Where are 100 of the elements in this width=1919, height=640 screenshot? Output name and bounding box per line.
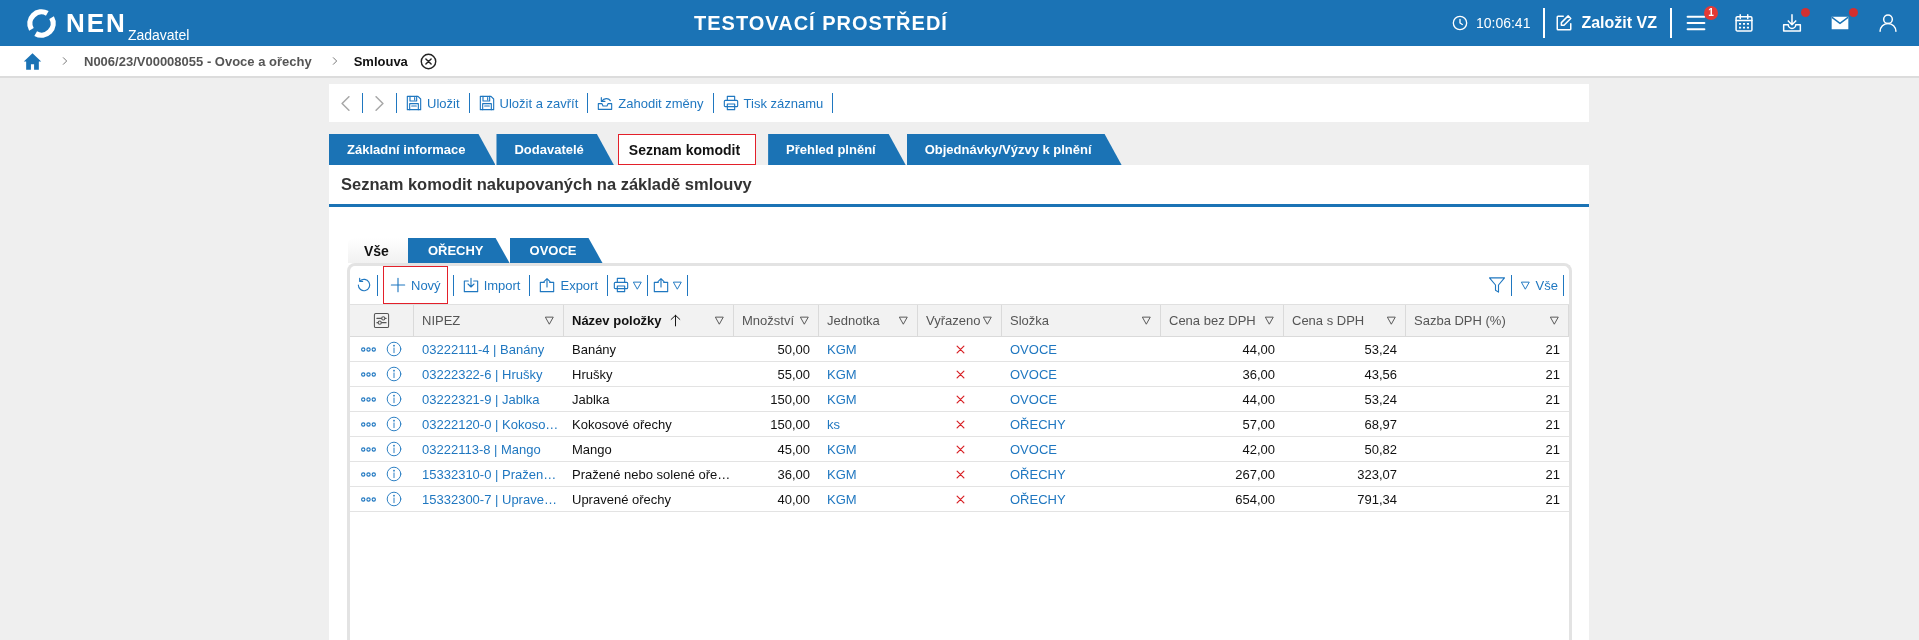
nipez-link[interactable]: 03222113-8 | Mango (414, 441, 564, 457)
unit-link[interactable]: KGM (819, 391, 918, 407)
unit-link[interactable]: KGM (819, 491, 918, 507)
column-header[interactable]: Jednotka (819, 305, 918, 336)
quantity-value: 50,00 (776, 341, 811, 357)
info-icon[interactable] (386, 441, 402, 457)
folder-link[interactable]: OVOCE (1002, 391, 1161, 407)
dropdown-caret-icon[interactable] (899, 316, 908, 325)
dropdown-caret-icon[interactable] (983, 316, 992, 325)
price-excl-vat: 654,00 (1234, 491, 1276, 507)
nipez-link[interactable]: 03222322-6 | Hrušky (414, 366, 564, 382)
printer-icon[interactable] (613, 277, 630, 293)
save-close-button[interactable]: Uložit a zavřít (478, 95, 579, 111)
info-icon[interactable] (386, 416, 402, 432)
folder-link[interactable]: OVOCE (1002, 341, 1161, 357)
quantity-value: 55,00 (776, 366, 811, 382)
unit-link[interactable]: ks (819, 416, 918, 432)
folder-link[interactable]: OŘECHY (1002, 491, 1161, 507)
info-icon[interactable] (386, 341, 402, 357)
user-icon[interactable] (1878, 13, 1898, 33)
column-header[interactable]: Sazba DPH (%) (1406, 305, 1569, 336)
home-icon[interactable] (23, 51, 42, 71)
nipez-link[interactable]: 03222111-4 | Banány (414, 341, 564, 357)
folder-link[interactable]: OŘECHY (1002, 466, 1161, 482)
refresh-icon[interactable] (356, 277, 372, 293)
more-dots-icon[interactable] (361, 420, 376, 428)
nipez-link[interactable]: 03222120-0 | Kokoso… (414, 416, 564, 432)
more-dots-icon[interactable] (361, 495, 376, 503)
import-button[interactable]: Import (458, 266, 525, 304)
tab[interactable]: Seznam komodit (617, 134, 757, 165)
folder-link[interactable]: OŘECHY (1002, 416, 1161, 432)
sub-tab[interactable]: OŘECHY (407, 238, 510, 263)
dropdown-caret-icon[interactable] (800, 316, 809, 325)
caret-icon[interactable] (673, 280, 683, 290)
print-button[interactable]: Tisk záznamu (722, 95, 824, 111)
info-icon[interactable] (386, 391, 402, 407)
column-header[interactable]: Název položky (564, 305, 734, 336)
price-incl-vat: 43,56 (1363, 366, 1398, 382)
save-icon (406, 95, 422, 111)
export-button[interactable]: Export (535, 266, 603, 304)
dropdown-caret-icon[interactable] (1265, 316, 1274, 325)
price-excl-vat: 267,00 (1234, 466, 1276, 482)
tab[interactable]: Přehled plnění (768, 134, 906, 165)
menu-icon[interactable] (1686, 13, 1706, 33)
download-icon[interactable] (1782, 13, 1802, 33)
discard-button[interactable]: Zahodit změny (597, 95, 704, 111)
column-header[interactable]: Cena s DPH (1284, 305, 1406, 336)
item-name: Jablka (571, 391, 611, 407)
more-dots-icon[interactable] (361, 345, 376, 353)
unit-link[interactable]: KGM (819, 441, 918, 457)
share-icon[interactable] (653, 277, 670, 293)
info-icon[interactable] (386, 466, 402, 482)
column-header[interactable]: NIPEZ (414, 305, 564, 336)
create-button[interactable]: Založit VZ (1555, 14, 1657, 32)
sub-tab[interactable]: OVOCE (509, 238, 603, 263)
tab[interactable]: Dodavatelé (496, 134, 614, 165)
more-dots-icon[interactable] (361, 470, 376, 478)
column-settings-icon[interactable] (373, 312, 390, 329)
undo-icon (597, 95, 614, 111)
breadcrumb-link[interactable]: N006/23/V00008055 - Ovoce a ořechy (84, 53, 312, 69)
price-incl-vat: 791,34 (1356, 491, 1398, 507)
more-dots-icon[interactable] (361, 445, 376, 453)
folder-link[interactable]: OVOCE (1002, 441, 1161, 457)
more-dots-icon[interactable] (361, 395, 376, 403)
unit-link[interactable]: KGM (819, 466, 918, 482)
filter-icon[interactable] (1487, 276, 1506, 294)
info-icon[interactable] (386, 366, 402, 382)
nipez-link[interactable]: 15332310-0 | Pražen… (414, 466, 564, 482)
caret-icon[interactable] (633, 280, 643, 290)
column-header[interactable]: Složka (1002, 305, 1161, 336)
view-filter-button[interactable]: Vše (1520, 277, 1558, 293)
unit-link[interactable]: KGM (819, 366, 918, 382)
sort-up-arrow-icon[interactable] (668, 313, 682, 328)
new-button[interactable]: Nový (383, 266, 448, 304)
save-button[interactable]: Uložit (406, 95, 460, 111)
unit-link[interactable]: KGM (819, 341, 918, 357)
column-header[interactable]: Cena bez DPH (1161, 305, 1284, 336)
breadcrumb-current[interactable]: Smlouva (353, 53, 408, 69)
dropdown-caret-icon[interactable] (1142, 316, 1151, 325)
section-title: Seznam komodit nakupovaných na základě smlouvy (329, 165, 1589, 207)
nipez-link[interactable]: 03222321-9 | Jablka (414, 391, 564, 407)
quantity-value: 45,00 (776, 441, 811, 457)
dropdown-caret-icon[interactable] (1387, 316, 1396, 325)
more-dots-icon[interactable] (361, 370, 376, 378)
column-header[interactable]: Vyřazeno (918, 305, 1002, 336)
info-icon[interactable] (386, 491, 402, 507)
price-excl-vat: 44,00 (1241, 341, 1276, 357)
logo-text: NEN (66, 10, 127, 36)
calendar-icon[interactable] (1734, 13, 1754, 33)
close-icon[interactable] (419, 52, 437, 70)
dropdown-caret-icon[interactable] (545, 316, 554, 325)
tab[interactable]: Základní informace (329, 134, 496, 165)
column-header[interactable]: Množství (734, 305, 819, 336)
folder-link[interactable]: OVOCE (1002, 366, 1161, 382)
dropdown-caret-icon[interactable] (1550, 316, 1559, 325)
edit-icon (1555, 14, 1574, 32)
nipez-link[interactable]: 15332300-7 | Uprave… (414, 491, 564, 507)
tab[interactable]: Objednávky/Výzvy k plnění (906, 134, 1122, 165)
dropdown-caret-icon[interactable] (715, 316, 724, 325)
vat-rate: 21 (1544, 341, 1561, 357)
